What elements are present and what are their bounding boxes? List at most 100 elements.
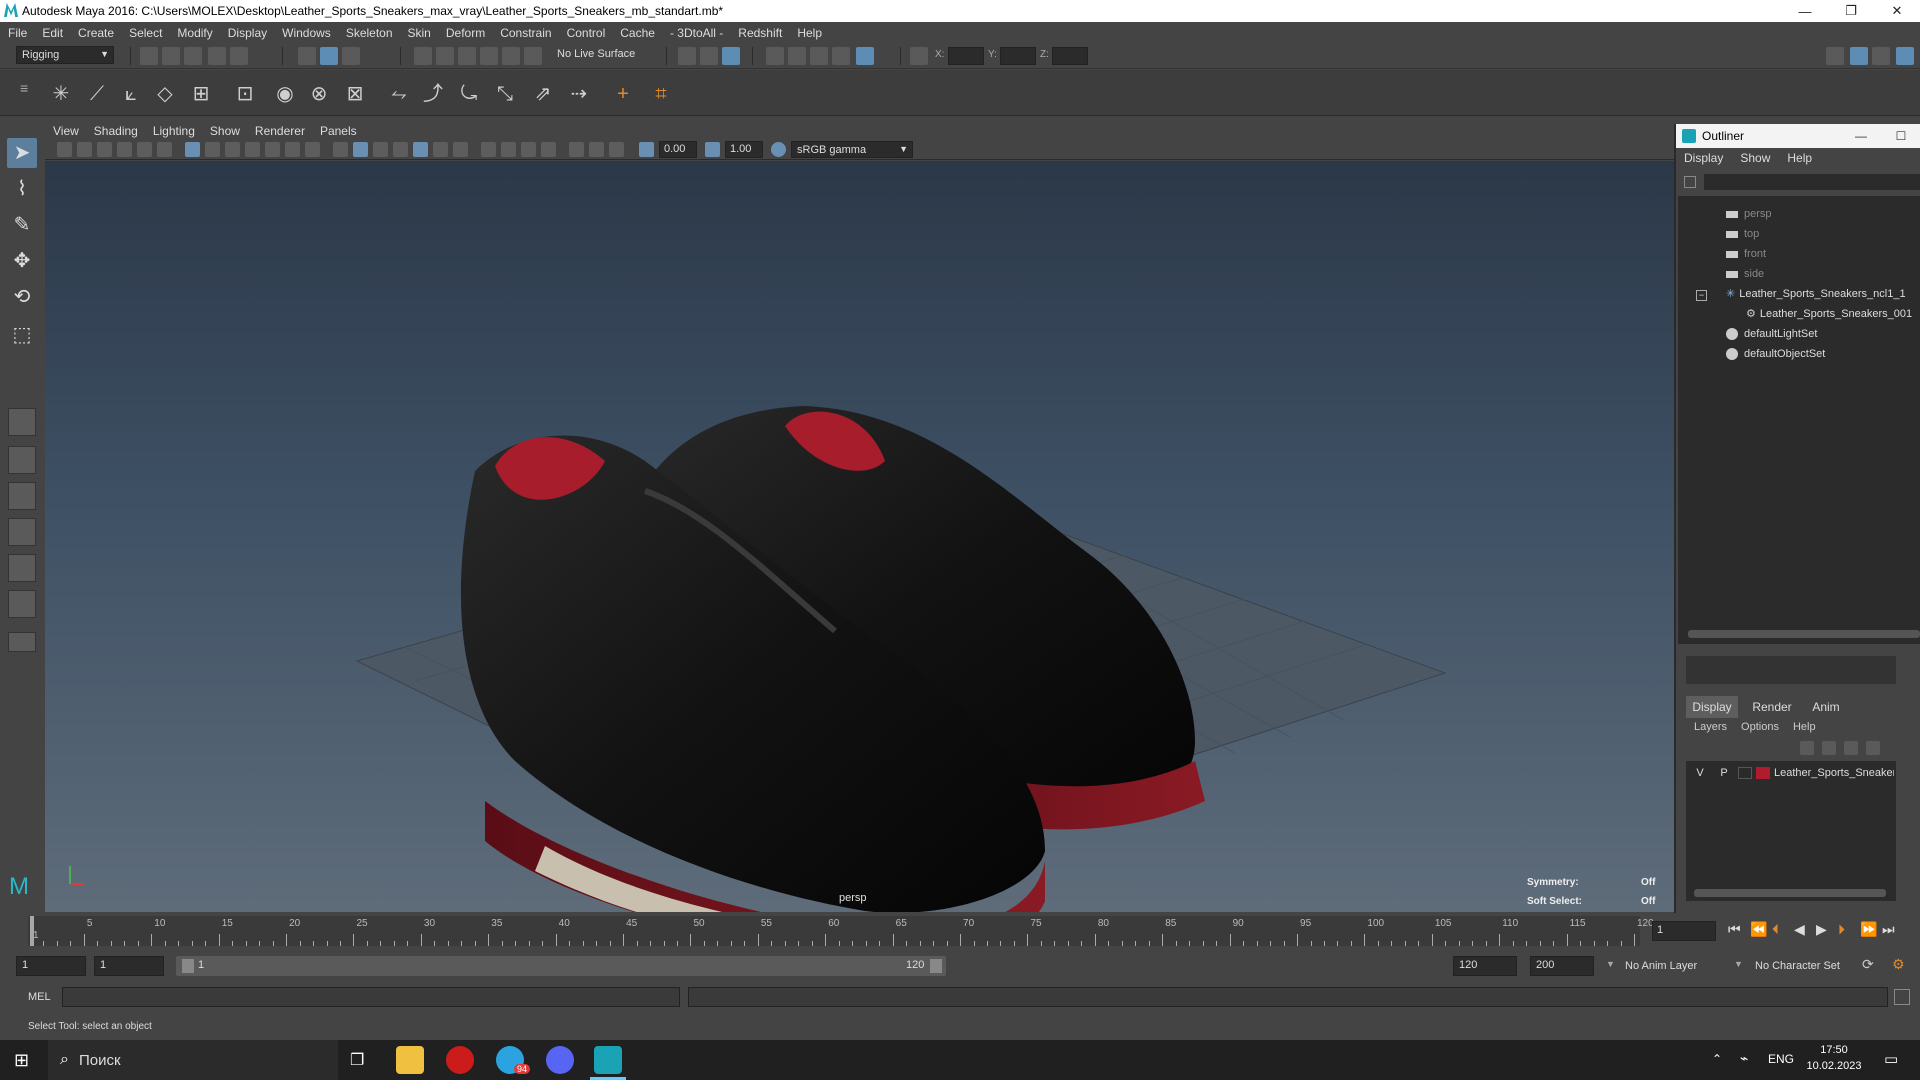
xray-icon[interactable]	[569, 142, 584, 157]
gate-mask-icon[interactable]	[245, 142, 260, 157]
wireframe-icon[interactable]	[333, 142, 348, 157]
menu-3dtoall[interactable]: - 3DtoAll -	[670, 26, 723, 40]
film-gate-icon[interactable]	[205, 142, 220, 157]
snap-view-icon[interactable]	[480, 47, 498, 65]
x-field[interactable]	[948, 47, 984, 65]
menu-skeleton[interactable]: Skeleton	[346, 26, 393, 40]
clock-date[interactable]: 10.02.2023	[1800, 1060, 1868, 1072]
vp-menu-panels[interactable]: Panels	[320, 124, 357, 138]
menu-constrain[interactable]: Constrain	[500, 26, 551, 40]
color-management-icon[interactable]	[771, 142, 786, 157]
layers-menu-layers[interactable]: Layers	[1694, 721, 1727, 733]
outliner-menu-show[interactable]: Show	[1740, 151, 1770, 165]
field-chart-icon[interactable]	[265, 142, 280, 157]
isolate-select-icon[interactable]	[541, 142, 556, 157]
move-layer-up-icon[interactable]	[1800, 741, 1814, 755]
animation-preferences-icon[interactable]: ⚙	[1892, 956, 1910, 974]
new-scene-icon[interactable]	[140, 47, 158, 65]
anti-aliasing-icon[interactable]	[501, 142, 516, 157]
character-set-menu-icon[interactable]: ▼	[1734, 959, 1743, 969]
ambient-occlusion-icon[interactable]	[453, 142, 468, 157]
ik-spline-icon[interactable]: ⟀	[118, 81, 144, 107]
snap-grid-icon[interactable]	[414, 47, 432, 65]
timeline-ruler[interactable]: 1 5 10 15 20 25 30 35 40 45 50 55 60 65 70 75 80 85 90 95 10…	[28, 916, 1654, 946]
exposure-field[interactable]: 0.00	[659, 141, 697, 158]
more-layouts-icon[interactable]	[8, 632, 36, 652]
textured-icon[interactable]	[393, 142, 408, 157]
range-end-handle[interactable]	[930, 959, 942, 973]
smooth-shade-icon[interactable]	[353, 142, 368, 157]
go-to-end-icon[interactable]: ⏭	[1882, 921, 1904, 938]
list-item[interactable]: top	[1726, 224, 1759, 244]
filter-icon[interactable]	[1684, 176, 1696, 188]
vp-menu-view[interactable]: View	[53, 124, 79, 138]
menu-windows[interactable]: Windows	[282, 26, 331, 40]
clock-time[interactable]: 17:50	[1806, 1044, 1862, 1056]
rotate-tool-icon[interactable]: ⟲	[7, 282, 37, 312]
render-view-icon[interactable]	[766, 47, 784, 65]
persp-outliner-layout-icon[interactable]	[8, 482, 36, 510]
four-view-layout-icon[interactable]	[8, 446, 36, 474]
notification-icon[interactable]: ▭	[1884, 1050, 1898, 1068]
bind-skin-icon[interactable]: ⊡	[232, 81, 258, 107]
task-view-icon[interactable]: ❐	[350, 1050, 364, 1070]
select-object-icon[interactable]	[320, 47, 338, 65]
windows-start-icon[interactable]: ⊞	[14, 1050, 29, 1071]
list-item[interactable]: ✳ Leather_Sports_Sneakers_ncl1_1	[1726, 284, 1906, 304]
discord-icon[interactable]	[546, 1046, 574, 1074]
current-frame-field[interactable]: 1	[1652, 921, 1716, 941]
restore-button[interactable]: ❐	[1828, 0, 1874, 22]
save-scene-icon[interactable]	[184, 47, 202, 65]
parent-constraint-icon[interactable]: ⥊	[386, 81, 412, 107]
layer-color-swatch[interactable]	[1756, 767, 1770, 779]
menu-file[interactable]: File	[8, 26, 27, 40]
animation-start-field[interactable]: 1	[16, 956, 86, 976]
lattice-icon[interactable]: ⊗	[306, 81, 332, 107]
collapse-icon[interactable]: −	[1696, 290, 1707, 301]
move-layer-down-icon[interactable]	[1822, 741, 1836, 755]
command-input[interactable]	[62, 987, 680, 1007]
move-tool-icon[interactable]: ✥	[7, 246, 37, 276]
playback-end-field[interactable]: 120	[1453, 956, 1517, 976]
anim-layer-menu-icon[interactable]: ▼	[1606, 959, 1615, 969]
gamma-field[interactable]: 1.00	[725, 141, 763, 158]
cluster-icon[interactable]: ⊠	[342, 81, 368, 107]
play-forwards-icon[interactable]: ▶	[1816, 921, 1838, 938]
scale-tool-icon[interactable]: ⬚	[7, 320, 37, 350]
construction-history-icon[interactable]	[722, 47, 740, 65]
range-start-handle[interactable]	[182, 959, 194, 973]
pole-vector-icon[interactable]: ⇢	[566, 81, 592, 107]
output-history-icon[interactable]	[700, 47, 718, 65]
menu-display[interactable]: Display	[228, 26, 267, 40]
tab-anim[interactable]: Anim	[1804, 696, 1848, 718]
menu-skin[interactable]: Skin	[408, 26, 431, 40]
menu-create[interactable]: Create	[78, 26, 114, 40]
make-live-icon[interactable]	[524, 47, 542, 65]
list-item[interactable]: persp	[1726, 204, 1772, 224]
character-set-dropdown[interactable]: No Character Set	[1750, 957, 1862, 977]
time-slider[interactable]: 1 5 10 15 20 25 30 35 40 45 50 55 60 65 70 75 80 85 90 95 10…	[0, 913, 1920, 949]
layers-menu-help[interactable]: Help	[1793, 721, 1816, 733]
step-forward-frame-icon[interactable]: ⏩	[1860, 921, 1882, 938]
list-item[interactable]: defaultLightSet	[1726, 324, 1817, 344]
exposure-icon[interactable]	[639, 142, 654, 157]
outliner-menu-display[interactable]: Display	[1684, 151, 1723, 165]
z-field[interactable]	[1052, 47, 1088, 65]
vp-menu-renderer[interactable]: Renderer	[255, 124, 305, 138]
orient-joint-icon[interactable]: ⊞	[188, 81, 214, 107]
list-item[interactable]: ⚙ Leather_Sports_Sneakers_001	[1746, 304, 1912, 324]
snap-surface-icon[interactable]	[502, 47, 520, 65]
go-to-start-icon[interactable]: ⏮	[1728, 921, 1750, 938]
layers-menu-options[interactable]: Options	[1741, 721, 1779, 733]
aim-constraint-icon[interactable]: ⇗	[530, 81, 556, 107]
command-language-label[interactable]: MEL	[28, 991, 51, 1003]
select-hierarchy-icon[interactable]	[298, 47, 316, 65]
tool-settings-toggle-icon[interactable]	[1896, 47, 1914, 65]
outliner-minimize-button[interactable]: —	[1846, 124, 1876, 148]
undo-icon[interactable]	[208, 47, 226, 65]
outliner-search-input[interactable]	[1704, 174, 1920, 190]
auto-key-icon[interactable]: ⟳	[1862, 956, 1880, 974]
attribute-editor-toggle-icon[interactable]	[1872, 47, 1890, 65]
paint-weights-icon[interactable]: ◉	[272, 81, 298, 107]
camera-select-icon[interactable]	[57, 142, 72, 157]
